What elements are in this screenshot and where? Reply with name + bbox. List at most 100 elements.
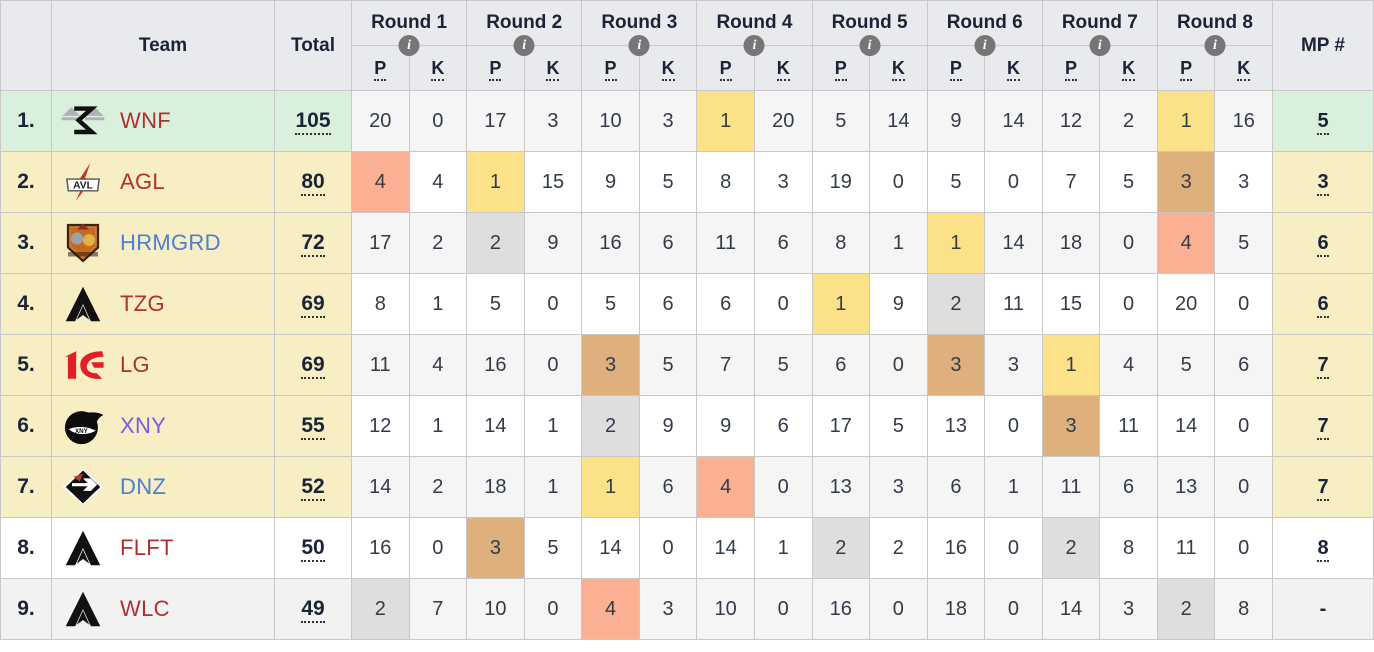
header-k-label: K: [1122, 57, 1136, 81]
info-icon[interactable]: i: [398, 35, 420, 56]
table-row[interactable]: 8. FLFT 50 16 0 3 5 14 0 14 1 2 2 16 0 2 8 11 0 8: [0, 517, 1374, 579]
table-row[interactable]: 7. DNZ 52 14 2 18 1 1 6 4 0 13 3 6 1 11 6 13 0 7: [0, 456, 1374, 518]
score-cell: 11: [696, 212, 755, 274]
score-cell: 7: [1041, 151, 1101, 213]
score-cell: 6: [926, 456, 986, 518]
header-k-label: K: [661, 57, 675, 81]
header-round-8-k[interactable]: K: [1214, 45, 1273, 91]
mp-cell[interactable]: 6: [1272, 212, 1374, 274]
mp-cell[interactable]: 7: [1272, 456, 1374, 518]
score-cell: 18: [926, 578, 986, 640]
score-cell: 0: [753, 456, 813, 518]
table-row[interactable]: 4. TZG 69 8 1 5 0 5 6 6 0 1 9 2 11 15 0 20 0 6: [0, 273, 1374, 335]
info-icon[interactable]: i: [1089, 35, 1111, 56]
total-cell[interactable]: 50: [274, 517, 352, 579]
score-cell: 14: [1156, 395, 1216, 457]
header-team: Team: [51, 0, 275, 91]
header-round-3-k[interactable]: K: [638, 45, 698, 91]
table-row[interactable]: 6. XNY 55 12 1 14 1 2 9 9 6 17 5 13 0 3 11 14 0 7: [0, 395, 1374, 457]
mp-cell[interactable]: 7: [1272, 395, 1374, 457]
info-icon[interactable]: i: [859, 35, 881, 56]
score-cell: 9: [523, 212, 583, 274]
score-cell: 5: [638, 151, 698, 213]
total-cell[interactable]: 55: [274, 395, 352, 457]
team-cell[interactable]: LG: [51, 334, 275, 396]
team-cell[interactable]: HRMGRD: [51, 212, 275, 274]
total-cell[interactable]: 49: [274, 578, 352, 640]
total-cell[interactable]: 105: [274, 90, 352, 152]
header-p-label: P: [1065, 57, 1078, 81]
mp-cell[interactable]: 3: [1272, 151, 1374, 213]
header-round-5-k[interactable]: K: [869, 45, 928, 91]
score-cell: 7: [408, 578, 468, 640]
score-cell: 9: [696, 395, 755, 457]
rank-cell: 6.: [0, 395, 52, 457]
table-row[interactable]: 9. WLC 49 2 7 10 0 4 3 10 0 16 0 18 0 14 3 2 8-: [0, 578, 1374, 640]
header-round-4-k[interactable]: K: [753, 45, 813, 91]
total-cell[interactable]: 72: [274, 212, 352, 274]
apex-triangle-logo: [52, 283, 114, 325]
score-cell: 3: [984, 334, 1043, 396]
score-cell: 1: [408, 395, 468, 457]
header-round-6-k[interactable]: K: [984, 45, 1043, 91]
mp-cell[interactable]: 6: [1272, 273, 1374, 335]
team-cell[interactable]: WLC: [51, 578, 275, 640]
total-cell[interactable]: 69: [274, 334, 352, 396]
score-cell: 3: [466, 517, 525, 579]
info-icon[interactable]: i: [974, 35, 996, 56]
score-cell: 9: [581, 151, 640, 213]
score-cell: 4: [408, 334, 468, 396]
score-cell: 2: [811, 517, 871, 579]
info-icon[interactable]: i: [628, 35, 650, 56]
table-row[interactable]: 5. LG 69 11 4 16 0 3 5 7 5 6 0 3 3 1 4 5 6 7: [0, 334, 1374, 396]
team-cell[interactable]: XNY: [51, 395, 275, 457]
team-cell[interactable]: DNZ: [51, 456, 275, 518]
mp-cell[interactable]: 5: [1272, 90, 1374, 152]
score-cell: 0: [1099, 212, 1158, 274]
team-name: XNY: [120, 413, 167, 438]
mp-cell[interactable]: -: [1272, 578, 1374, 640]
table-row[interactable]: 1. WNF 105 20 0 17 3 10 3 1 20 5 14 9 14 12 2 1 16 5: [0, 90, 1374, 152]
header-round-6: Round 6 i: [926, 0, 1043, 56]
mp-cell[interactable]: 7: [1272, 334, 1374, 396]
score-cell: 1: [581, 456, 640, 518]
score-cell: 0: [984, 395, 1043, 457]
score-cell: 1: [696, 90, 755, 152]
score-cell: 2: [408, 212, 468, 274]
team-cell[interactable]: AGL: [51, 151, 275, 213]
header-round-7-k[interactable]: K: [1099, 45, 1158, 91]
info-icon[interactable]: i: [513, 35, 535, 56]
total-cell[interactable]: 80: [274, 151, 352, 213]
team-cell[interactable]: WNF: [51, 90, 275, 152]
rank-cell: 5.: [0, 334, 52, 396]
score-cell: 2: [466, 212, 525, 274]
score-cell: 14: [1041, 578, 1101, 640]
score-cell: 13: [1156, 456, 1216, 518]
score-cell: 3: [869, 456, 928, 518]
header-k-label: K: [776, 57, 790, 81]
info-icon[interactable]: i: [1204, 35, 1226, 56]
rank-cell: 8.: [0, 517, 52, 579]
total-cell[interactable]: 69: [274, 273, 352, 335]
header-round-4: Round 4 i: [696, 0, 813, 56]
info-icon[interactable]: i: [743, 35, 765, 56]
table-row[interactable]: 3. HRMGRD 72 17 2 2 9 16 6 11 6 8 1 1 14 18 0 4 5 6: [0, 212, 1374, 274]
mp-value: 7: [1317, 353, 1329, 379]
table-row[interactable]: 2. AGL 80 4 4 1 15 9 5 8 3 19 0 5 0 7 5 3 3 3: [0, 151, 1374, 213]
team-cell[interactable]: TZG: [51, 273, 275, 335]
mp-cell[interactable]: 8: [1272, 517, 1374, 579]
mp-value: 8: [1317, 536, 1329, 562]
team-cell[interactable]: FLFT: [51, 517, 275, 579]
mp-value: 3: [1317, 170, 1329, 196]
header-round-2-k[interactable]: K: [523, 45, 583, 91]
mp-value: 6: [1317, 231, 1329, 257]
score-cell: 14: [581, 517, 640, 579]
score-cell: 9: [926, 90, 986, 152]
total-cell[interactable]: 52: [274, 456, 352, 518]
mp-value: 7: [1317, 414, 1329, 440]
header-round-1-k[interactable]: K: [408, 45, 468, 91]
score-cell: 16: [351, 517, 410, 579]
score-cell: 6: [638, 456, 698, 518]
score-cell: 6: [696, 273, 755, 335]
rank-cell: 3.: [0, 212, 52, 274]
